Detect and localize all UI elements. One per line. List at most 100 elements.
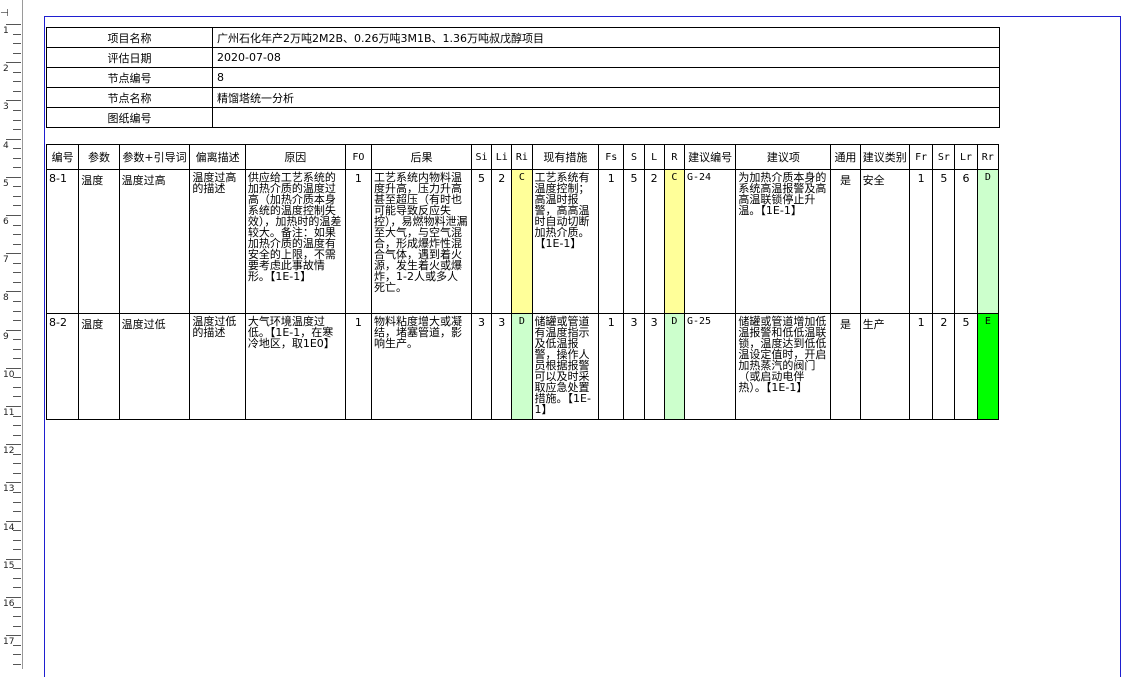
cell-si[interactable]: 5 — [470, 169, 493, 314]
ruler-tick — [13, 310, 21, 312]
cell-general[interactable]: 是 — [830, 313, 861, 420]
col-header[interactable]: 原因 — [244, 144, 346, 170]
info-value[interactable]: 2020-07-08 — [212, 47, 1000, 68]
info-value[interactable]: 精馏塔统一分析 — [212, 87, 1000, 108]
cell-l[interactable]: 3 — [643, 313, 665, 420]
ruler-number: 13 — [3, 484, 15, 495]
cell-s[interactable]: 5 — [623, 169, 645, 314]
cell-measures[interactable]: 工艺系统有温度控制；高温时报警，高高温时自动切断加热介质。【1E-1】 — [531, 169, 600, 314]
cell-li[interactable]: 2 — [491, 169, 513, 314]
col-header[interactable]: 后果 — [371, 144, 472, 170]
cell-fr[interactable]: 1 — [909, 313, 934, 420]
cell-deviation[interactable]: 温度过高的描述 — [189, 169, 246, 314]
col-header[interactable]: Rr — [976, 144, 1000, 170]
col-header[interactable]: S — [623, 144, 645, 170]
col-header[interactable]: 偏离描述 — [189, 144, 246, 170]
ruler-tick — [6, 520, 21, 522]
cell-general[interactable]: 是 — [830, 169, 861, 314]
info-row-drawing-number: 图纸编号 — [46, 107, 1000, 128]
cell-consequence[interactable]: 工艺系统内物料温度升高，压力升高甚至超压（有时也可能导致反应失控），易燃物料泄漏… — [371, 169, 472, 314]
col-header[interactable]: Fs — [598, 144, 625, 170]
col-header[interactable]: Si — [470, 144, 493, 170]
cell-si[interactable]: 3 — [470, 313, 493, 420]
cell-guide[interactable]: 温度过低 — [118, 313, 191, 420]
ruler-tick — [6, 367, 21, 369]
cell-ri[interactable]: C — [511, 169, 533, 314]
ruler-number: 5 — [3, 178, 9, 189]
col-header[interactable]: 建议项 — [735, 144, 832, 170]
ruler-tick — [13, 587, 21, 589]
ruler-number: 12 — [3, 446, 15, 457]
ruler-tick — [13, 33, 21, 35]
cell-fs[interactable]: 1 — [598, 313, 625, 420]
info-label: 评估日期 — [46, 47, 213, 68]
cell-fs[interactable]: 1 — [598, 169, 625, 314]
cell-suggestion[interactable]: 储罐或管道增加低温报警和低低温联锁，温度达到低低温设定值时，开启加热蒸汽的阀门（… — [735, 313, 832, 420]
cell-guide[interactable]: 温度过高 — [118, 169, 191, 314]
col-header[interactable]: 建议类别 — [859, 144, 911, 170]
info-label: 节点编号 — [46, 67, 213, 88]
cell-rr[interactable]: D — [976, 169, 1000, 314]
cell-id[interactable]: 8-2 — [45, 313, 80, 420]
col-header[interactable]: L — [643, 144, 665, 170]
project-info-table: 项目名称 广州石化年产2万吨2M2B、0.26万吨3M1B、1.36万吨叔戊醇项… — [46, 27, 1000, 128]
cell-suggestion-no[interactable]: G-24 — [683, 169, 737, 314]
ruler-margin-marker-icon[interactable]: ⊣ — [0, 8, 9, 19]
table-row: 8-1 温度 温度过高 温度过高的描述 供应给工艺系统的加热介质的温度过高（加热… — [45, 169, 1000, 314]
ruler-tick — [13, 262, 21, 264]
cell-l[interactable]: 2 — [643, 169, 665, 314]
cell-param[interactable]: 温度 — [78, 169, 120, 314]
cell-li[interactable]: 3 — [491, 313, 513, 420]
ruler-tick — [13, 119, 21, 121]
info-row-project-name: 项目名称 广州石化年产2万吨2M2B、0.26万吨3M1B、1.36万吨叔戊醇项… — [46, 27, 1000, 48]
cell-lr[interactable]: 6 — [954, 169, 978, 314]
hazop-analysis-table: 编号 参数 参数+引导词 偏离描述 原因 FO 后果 Si Li Ri 现有措施… — [45, 144, 1000, 420]
col-header[interactable]: FO — [344, 144, 373, 170]
ruler-tick — [13, 616, 21, 618]
info-value[interactable] — [212, 107, 1000, 128]
cell-deviation[interactable]: 温度过低的描述 — [189, 313, 246, 420]
col-header[interactable]: 编号 — [45, 144, 80, 170]
info-label: 节点名称 — [46, 87, 213, 108]
col-header[interactable]: 通用 — [830, 144, 861, 170]
cell-sr[interactable]: 5 — [932, 169, 956, 314]
col-header[interactable]: 参数 — [78, 144, 120, 170]
ruler-tick — [13, 425, 21, 427]
info-value[interactable]: 广州石化年产2万吨2M2B、0.26万吨3M1B、1.36万吨叔戊醇项目 — [212, 27, 1000, 48]
info-value[interactable]: 8 — [212, 67, 1000, 88]
cell-fo[interactable]: 1 — [344, 169, 373, 314]
cell-consequence[interactable]: 物料粘度增大或凝结，堵塞管道，影响生产。 — [371, 313, 472, 420]
cell-id[interactable]: 8-1 — [45, 169, 80, 314]
ruler-tick — [13, 434, 21, 436]
cell-param[interactable]: 温度 — [78, 313, 120, 420]
col-header[interactable]: Li — [491, 144, 513, 170]
cell-s[interactable]: 3 — [623, 313, 645, 420]
cell-measures[interactable]: 储罐或管道有温度指示及低温报警，操作人员根据报警可以及时采取应急处置措施。【1E… — [531, 313, 600, 420]
cell-lr[interactable]: 5 — [954, 313, 978, 420]
ruler-number: 6 — [3, 217, 9, 227]
cell-rr[interactable]: E — [976, 313, 1000, 420]
cell-sr[interactable]: 2 — [932, 313, 956, 420]
col-header[interactable]: R — [663, 144, 685, 170]
cell-cause[interactable]: 大气环境温度过低。【1E-1，在寒冷地区，取1E0】 — [244, 313, 346, 420]
cell-fr[interactable]: 1 — [909, 169, 934, 314]
cell-cause[interactable]: 供应给工艺系统的加热介质的温度过高（加热介质本身系统的温度控制失效），加热时的温… — [244, 169, 346, 314]
col-header[interactable]: Fr — [909, 144, 934, 170]
cell-fo[interactable]: 1 — [344, 313, 373, 420]
col-header[interactable]: 建议编号 — [683, 144, 737, 170]
ruler-number: 4 — [3, 140, 9, 151]
ruler-number: 9 — [3, 331, 9, 342]
col-header[interactable]: Ri — [511, 144, 533, 170]
col-header[interactable]: 参数+引导词 — [118, 144, 191, 170]
cell-suggestion[interactable]: 为加热介质本身的系统高温报警及高高温联锁停止升温。【1E-1】 — [735, 169, 832, 314]
col-header[interactable]: Sr — [932, 144, 956, 170]
cell-suggestion-no[interactable]: G-25 — [683, 313, 737, 420]
col-header[interactable]: 现有措施 — [531, 144, 600, 170]
cell-category[interactable]: 安全 — [859, 169, 911, 314]
cell-r[interactable]: D — [663, 313, 685, 420]
cell-r[interactable]: C — [663, 169, 685, 314]
cell-category[interactable]: 生产 — [859, 313, 911, 420]
col-header[interactable]: Lr — [954, 144, 978, 170]
ruler-tick — [13, 501, 21, 503]
cell-ri[interactable]: D — [511, 313, 533, 420]
